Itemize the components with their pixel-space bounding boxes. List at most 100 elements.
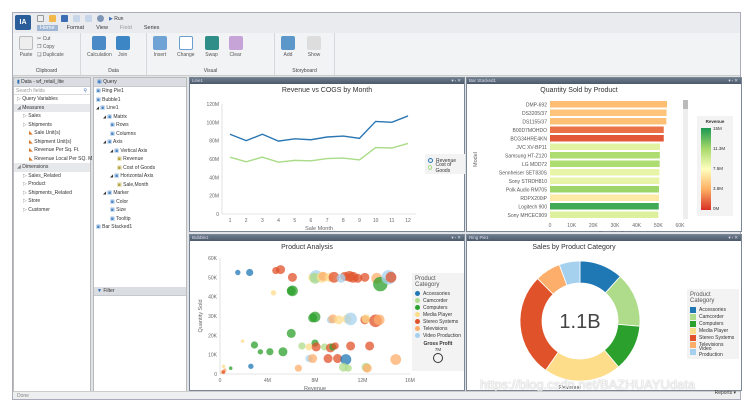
change-button[interactable]: Change [177, 36, 195, 58]
clear-icon [228, 36, 243, 50]
query-tree-item[interactable]: ▣ Size [94, 206, 186, 215]
field-tree-item[interactable]: ▷ Sales_Related [14, 172, 90, 181]
legend-cogs[interactable]: Cost of Goods [428, 162, 462, 174]
tab-home[interactable]: Home [37, 25, 58, 31]
line-chart-panel[interactable]: Line1 ▾▫✕ Revenue vs COGS by Month 0 20M 40… [189, 77, 465, 232]
open-icon[interactable] [49, 15, 56, 22]
field-label: Revenue Local Per SQ. M. [34, 155, 94, 162]
field-tree-item[interactable]: ▷ Customer [14, 206, 90, 215]
field-tree-item[interactable]: ▷ Sales [14, 112, 90, 121]
clear-button[interactable]: Clear [228, 36, 243, 58]
swap-button[interactable]: Swap [204, 36, 219, 58]
legend-label: Stereo Systems [423, 318, 459, 325]
query-tree-item[interactable]: ▣ Sale,Month [94, 181, 186, 190]
filter-header[interactable]: ▼ Filter [94, 287, 186, 296]
legend-item[interactable]: Televisions [415, 325, 461, 332]
query-tree-item[interactable]: ◢ ▣ Vertical Axis [94, 147, 186, 156]
x-tick-label: 20K [589, 223, 599, 229]
query-tree-item[interactable]: ◢ ▣ Matrix [94, 113, 186, 122]
scrollbar-thumb[interactable] [683, 100, 688, 109]
legend-item[interactable]: Stereo Systems [415, 318, 461, 325]
legend-item[interactable]: Video Production [415, 332, 461, 339]
legend-item[interactable]: Camcorder [690, 313, 736, 320]
reports-dropdown[interactable]: Reports ▾ [715, 390, 736, 396]
color-scale-tick: 15M [713, 126, 722, 131]
bubble-point [334, 315, 344, 325]
field-label: Customer [28, 206, 50, 213]
run-button[interactable]: ▶ Run [109, 16, 123, 22]
clipboard-group: Paste ✂ Cut ❐ Copy ❏ Duplicate Clipboard [13, 33, 81, 75]
legend-item[interactable]: Stereo Systems [690, 334, 736, 341]
bubble-point [276, 265, 286, 275]
legend-item[interactable]: Accessories [415, 290, 461, 297]
insert-button[interactable]: Insert [153, 36, 167, 58]
join-button[interactable]: Join [115, 36, 130, 58]
query-tree-item[interactable]: ◢ ▣ Line1 [94, 104, 186, 113]
query-tree-item[interactable]: ▣ Revenue [94, 155, 186, 164]
duplicate-button[interactable]: ❏ Duplicate [37, 52, 64, 58]
field-tree-item[interactable]: ◢ Measures [14, 103, 90, 112]
legend-swatch-icon [690, 334, 696, 341]
field-tree-item[interactable]: ◢ Dimensions [14, 163, 90, 172]
bubble-chart-panel[interactable]: Bubble1 ▾▫✕ Product Analysis 0 10K 20K 30K 40… [189, 234, 465, 391]
bar [550, 203, 659, 210]
field-tree-item[interactable]: ▷ Store [14, 197, 90, 206]
ring-chart-panel[interactable]: Ring Pie1 ▾▫✕ Sales by Product Category 1… [466, 234, 742, 391]
legend-dot-icon [415, 319, 420, 324]
title-bar: IA ▶ Run Home Format View Field Series [13, 13, 740, 33]
legend-item[interactable]: Video Production [690, 346, 736, 358]
query-tree-item[interactable]: ▣ Ring Pie1 [94, 87, 186, 96]
tab-format[interactable]: Format [64, 25, 87, 31]
x-tick-label: 30K [611, 223, 621, 229]
field-tree-item[interactable]: ◣ Sale Unit(s) [14, 129, 90, 138]
legend-item[interactable]: Computers [690, 320, 736, 327]
query-tree-item[interactable]: ▣ Rows [94, 121, 186, 130]
redo-icon[interactable] [85, 15, 92, 22]
tab-view[interactable]: View [93, 25, 111, 31]
query-tree-item[interactable]: ▣ Columns [94, 130, 186, 139]
field-tree-item[interactable]: ◣ Shipment Unit(s) [14, 138, 90, 147]
query-tree-item[interactable]: ▣ Bubble1 [94, 96, 186, 105]
field-tree-item[interactable]: ▷ Product [14, 180, 90, 189]
legend-item[interactable]: Computers [415, 304, 461, 311]
bubble-point [286, 286, 296, 296]
query-tree-item[interactable]: ◢ ▣ Marker [94, 189, 186, 198]
legend-item[interactable]: Camcorder [415, 297, 461, 304]
preview-icon[interactable] [97, 15, 104, 22]
query-tree-item[interactable]: ▣ Tooltip [94, 215, 186, 224]
y-tick-label: 60M [209, 157, 219, 163]
query-tree-item[interactable]: ▣ Cost of Goods [94, 164, 186, 173]
query-node-label: Sale,Month [123, 181, 149, 188]
bar-chart-panel[interactable]: Bar Stacked1 ▾▫✕ Quantity Sold by Product… [466, 77, 742, 232]
field-tree-item[interactable]: ▷ Shipments_Related [14, 189, 90, 198]
paste-button[interactable]: Paste [19, 36, 33, 58]
field-tree-item[interactable]: ◣ Revenue Per Sq. Ft. [14, 146, 90, 155]
bubble-point [362, 363, 372, 373]
legend-item[interactable]: Accessories [690, 306, 736, 313]
app-logo[interactable]: IA [15, 15, 31, 30]
search-fields-input[interactable]: Search fields ⚲ [14, 87, 90, 95]
show-button[interactable]: Show [307, 36, 321, 58]
new-icon[interactable] [37, 15, 44, 22]
undo-icon[interactable] [73, 15, 80, 22]
tab-field[interactable]: Field [117, 25, 135, 31]
cut-button[interactable]: ✂ Cut [37, 36, 64, 42]
query-node-label: Ring Pie1 [102, 88, 124, 94]
query-tree-item[interactable]: ◢ ▣ Horizontal Axis [94, 172, 186, 181]
legend-item[interactable]: Media Player [690, 327, 736, 334]
legend-item[interactable]: Media Player [415, 311, 461, 318]
save-icon[interactable] [61, 15, 68, 22]
field-tree-item[interactable]: ▷ Shipments [14, 121, 90, 130]
query-tree-item[interactable]: ◢ ▣ Axis [94, 138, 186, 147]
visual-label: Visual [203, 68, 218, 74]
tab-series[interactable]: Series [141, 25, 163, 31]
query-tree-item[interactable]: ▣ Bar Stacked1 [94, 223, 186, 232]
field-tree-item[interactable]: ◣ Revenue Local Per SQ. M. [14, 155, 94, 164]
bubble-point [308, 354, 318, 364]
field-tree-item[interactable]: ▷ Query Variables [14, 95, 90, 104]
copy-button[interactable]: ❐ Copy [37, 44, 64, 50]
x-tick-label: 50K [654, 223, 664, 229]
add-button[interactable]: Add [281, 36, 295, 58]
calculation-button[interactable]: Calculation [87, 36, 112, 58]
query-tree-item[interactable]: ▣ Color [94, 198, 186, 207]
